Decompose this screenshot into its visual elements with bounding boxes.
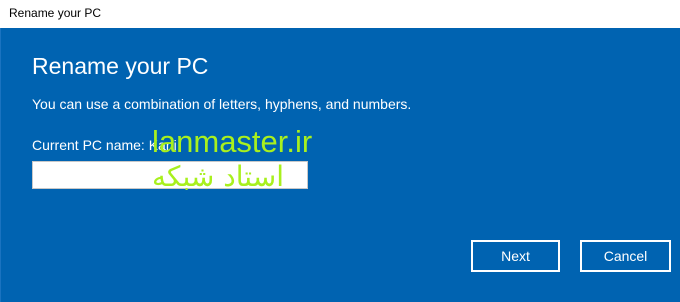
watermark-lanmaster: lanmaster.ir [152,124,313,159]
dialog-description: You can use a combination of letters, hy… [32,96,412,112]
cancel-button[interactable]: Cancel [580,240,671,272]
title-bar: Rename your PC [0,0,680,28]
next-button[interactable]: Next [471,240,560,272]
dialog-heading: Rename your PC [32,53,209,79]
watermark-persian: استاد شبکه [152,160,284,193]
rename-pc-dialog: Rename your PC You can use a combination… [0,28,680,302]
rename-pc-window: Rename your PC Rename your PC You can us… [0,0,680,302]
window-title: Rename your PC [9,6,102,20]
